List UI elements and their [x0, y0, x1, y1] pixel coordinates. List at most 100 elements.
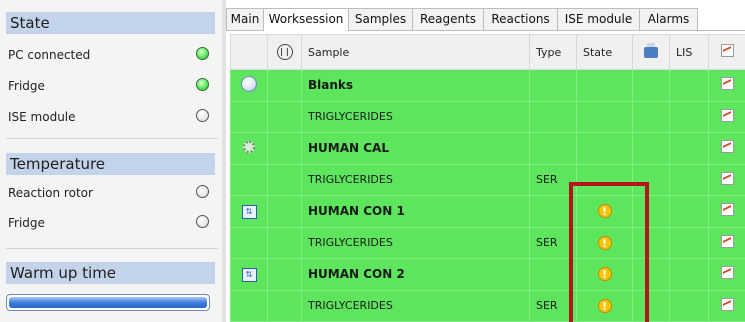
temperature-row-fridge: Fridge [6, 210, 218, 236]
header-icon-column [230, 34, 268, 70]
row-chart-cell[interactable] [708, 195, 745, 228]
row-lis-cell [669, 226, 709, 259]
state-row-pc-connected: PC connected [6, 42, 218, 68]
chart-icon[interactable] [720, 203, 734, 217]
row-type-text-cell: SER [529, 226, 577, 259]
temperature-label: Reaction rotor [8, 186, 93, 200]
row-type-cell [230, 100, 268, 133]
row-sample-cell: HUMAN CON 1 [301, 195, 530, 228]
warning-icon[interactable]: ! [597, 298, 612, 313]
tab-samples[interactable]: Samples [348, 8, 413, 30]
pause-icon[interactable]: | | [276, 44, 293, 60]
row-chart-cell[interactable] [708, 226, 745, 259]
warning-icon[interactable]: ! [597, 204, 612, 219]
row-sample-cell: TRIGLYCERIDES [301, 163, 530, 196]
table-row[interactable]: ⇅ HUMAN CON 2 ! [230, 258, 745, 291]
chart-icon[interactable] [720, 171, 734, 185]
row-type-cell: ⇅ [230, 258, 268, 291]
panel-splitter[interactable] [222, 0, 226, 322]
table-row[interactable]: TRIGLYCERIDES SER [230, 163, 745, 196]
header-sample[interactable]: Sample [301, 34, 530, 70]
state-row-ise-module: ISE module [6, 104, 218, 130]
table-row[interactable]: HUMAN CAL [230, 132, 745, 165]
header-print[interactable] [632, 34, 670, 70]
row-print-cell [632, 195, 670, 228]
row-chart-cell[interactable] [708, 258, 745, 291]
table-row[interactable]: TRIGLYCERIDES SER ! [230, 226, 745, 259]
row-print-cell [632, 100, 670, 133]
header-lis[interactable]: LIS [669, 34, 709, 70]
row-type-text-cell [529, 132, 577, 165]
tab-main[interactable]: Main [226, 8, 264, 30]
state-label: ISE module [8, 110, 76, 124]
tab-alarms[interactable]: Alarms [639, 8, 698, 30]
tab-worksession[interactable]: Worksession [263, 8, 349, 31]
blank-icon [241, 75, 257, 92]
control-icon: ⇅ [241, 204, 257, 219]
header-type[interactable]: Type [529, 34, 577, 70]
header-state[interactable]: State [576, 34, 633, 70]
row-state-cell: ! [576, 226, 633, 259]
chart-icon[interactable] [720, 108, 734, 122]
row-state-cell [576, 132, 633, 165]
row-lis-cell [669, 100, 709, 133]
tab-reactions[interactable]: Reactions [483, 8, 558, 30]
row-state-cell [576, 69, 633, 102]
chart-icon[interactable] [720, 44, 734, 57]
row-sample-cell: TRIGLYCERIDES [301, 289, 530, 322]
table-row[interactable]: TRIGLYCERIDES SER ! [230, 289, 745, 322]
row-chart-cell[interactable] [708, 132, 745, 165]
row-type-text-cell [529, 69, 577, 102]
temperature-section-title: Temperature [6, 153, 215, 175]
row-pause-cell [267, 132, 302, 165]
state-section-title: State [6, 12, 215, 34]
chart-icon[interactable] [720, 297, 734, 311]
row-chart-cell[interactable] [708, 100, 745, 133]
temperature-label: Fridge [8, 216, 45, 230]
grid-header-row: | | Sample Type State LIS [230, 34, 745, 70]
row-state-cell: ! [576, 289, 633, 322]
table-row[interactable]: TRIGLYCERIDES [230, 100, 745, 133]
row-chart-cell[interactable] [708, 69, 745, 102]
header-chart[interactable] [708, 34, 745, 70]
warning-icon[interactable]: ! [597, 235, 612, 250]
status-led-icon [196, 109, 209, 122]
status-led-icon [196, 185, 209, 198]
row-state-cell [576, 163, 633, 196]
chart-icon[interactable] [720, 140, 734, 154]
row-pause-cell [267, 69, 302, 102]
table-row[interactable]: Blanks [230, 69, 745, 102]
status-led-icon [196, 215, 209, 228]
status-led-icon [196, 47, 209, 60]
row-lis-cell [669, 132, 709, 165]
tab-reagents[interactable]: Reagents [412, 8, 484, 30]
printer-icon[interactable] [644, 43, 658, 58]
row-type-text-cell [529, 195, 577, 228]
row-type-text-cell [529, 100, 577, 133]
row-print-cell [632, 132, 670, 165]
warmup-progress-bar [6, 294, 210, 311]
chart-icon[interactable] [720, 77, 734, 91]
row-chart-cell[interactable] [708, 163, 745, 196]
row-sample-cell: HUMAN CON 2 [301, 258, 530, 291]
row-print-cell [632, 163, 670, 196]
warmup-progress-fill [9, 297, 207, 308]
state-label: PC connected [8, 48, 91, 62]
table-row[interactable]: ⇅ HUMAN CON 1 ! [230, 195, 745, 228]
header-pause[interactable]: | | [267, 34, 302, 70]
row-pause-cell [267, 226, 302, 259]
row-type-text-cell: SER [529, 163, 577, 196]
chart-icon[interactable] [720, 234, 734, 248]
row-type-cell: ⇅ [230, 195, 268, 228]
row-type-cell [230, 132, 268, 165]
state-label: Fridge [8, 79, 45, 93]
calibrator-icon [243, 140, 255, 153]
status-panel: State PC connected Fridge ISE module Tem… [0, 0, 222, 322]
chart-icon[interactable] [720, 266, 734, 280]
row-sample-cell: Blanks [301, 69, 530, 102]
divider [6, 138, 218, 139]
row-chart-cell[interactable] [708, 289, 745, 322]
warning-icon[interactable]: ! [597, 267, 612, 282]
row-lis-cell [669, 195, 709, 228]
tab-ise-module[interactable]: ISE module [557, 8, 640, 30]
